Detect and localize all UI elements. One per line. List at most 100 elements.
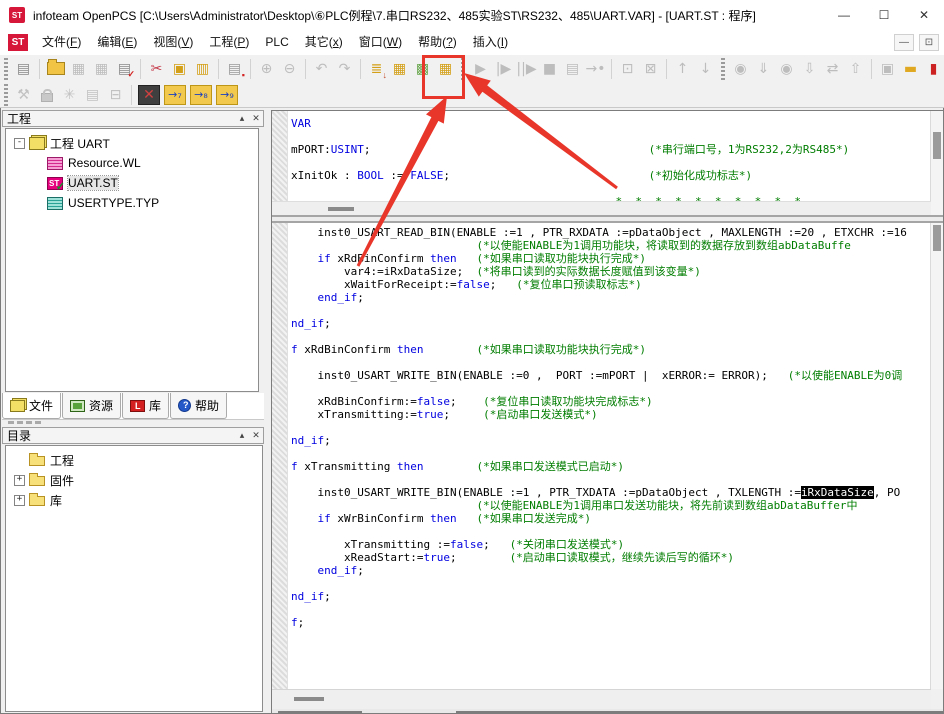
connect-device-icon: ▬ (904, 62, 917, 76)
cross-reference-button[interactable]: ✕ (138, 85, 160, 105)
run-button: ▶ (469, 58, 492, 80)
print-setup-button: ⊟ (104, 84, 127, 106)
folder-icon (29, 496, 45, 506)
connect-device-button[interactable]: ▬ (899, 58, 922, 80)
step-multi-icon: ||▶ (516, 62, 536, 76)
save-and-check-badge-icon: ✓ (127, 69, 135, 80)
window-title: infoteam OpenPCS [C:\Users\Administrator… (33, 7, 824, 24)
toolbar-separator (360, 59, 361, 79)
new-file-button[interactable]: ▤ (12, 58, 35, 80)
panel-tab-bar: 文件资源库 帮助 (2, 393, 264, 420)
menu-item[interactable]: 文件(F) (34, 30, 89, 55)
scrollbar-thumb[interactable] (933, 132, 941, 159)
collapse-icon[interactable]: ▴ (235, 429, 249, 442)
tree-item[interactable]: USERTYPE.TYP (6, 193, 258, 213)
hardware-config-icon: ▦ (393, 62, 406, 76)
goto-step-9-button[interactable]: →₉ (216, 85, 238, 105)
files-tab-icon (10, 400, 25, 412)
mdi-restore-button[interactable]: ⊡ (919, 34, 939, 51)
editor-splitter[interactable] (272, 215, 943, 223)
tree-item[interactable]: 工程 (6, 450, 262, 470)
tree-item-label: 固件 (50, 472, 74, 489)
mdi-minimize-button[interactable]: — (894, 34, 914, 51)
zoom-out-icon: ⊖ (284, 62, 296, 76)
run-to-cursor-button: →• (584, 58, 607, 80)
move-down-button: ↓ (694, 58, 717, 80)
menu-item[interactable]: 窗口(W) (351, 30, 410, 55)
scrollbar-thumb[interactable] (294, 697, 324, 701)
menu-item[interactable]: 其它(x) (297, 30, 351, 55)
declaration-hscrollbar[interactable] (272, 201, 931, 216)
open-file-button[interactable] (44, 58, 67, 80)
scrollbar-thumb[interactable] (328, 207, 354, 211)
memory-card-button[interactable]: ▮ (922, 58, 944, 80)
paste-button[interactable]: ▥ (191, 58, 214, 80)
code-hscrollbar[interactable] (272, 689, 931, 710)
download-listing-icon: ⇓ (758, 62, 770, 76)
tree-item[interactable]: UART.ST (6, 173, 258, 193)
menu-item[interactable]: 插入(I) (465, 30, 516, 55)
tree-item[interactable]: +库 (6, 490, 262, 510)
print-button[interactable]: ▤▪ (223, 58, 246, 80)
margin-strip (272, 223, 288, 689)
menu-item[interactable]: 视图(V) (145, 30, 201, 55)
maximize-button[interactable]: ☐ (864, 0, 904, 30)
tree-item[interactable]: - 工程 UART (6, 133, 258, 153)
hardware-config-button[interactable]: ▦ (388, 58, 411, 80)
close-panel-icon[interactable]: ✕ (249, 429, 263, 442)
doc-options-button: ▤ (81, 84, 104, 106)
app-icon: ST (9, 7, 25, 23)
menu-item[interactable]: 工程(P) (201, 30, 257, 55)
tab-library[interactable]: 库 (122, 393, 169, 419)
open-file-icon (47, 62, 65, 75)
menu-item[interactable]: PLC (257, 30, 296, 55)
tab-resources[interactable]: 资源 (62, 393, 121, 419)
stop-icon: ■ (543, 62, 556, 76)
toolbar-grip[interactable] (4, 58, 8, 80)
menu-item[interactable]: 编辑(E) (89, 30, 145, 55)
tree-item[interactable]: + 固件 (6, 470, 262, 490)
close-button[interactable]: ✕ (904, 0, 944, 30)
code-vscrollbar[interactable] (930, 223, 943, 689)
debug-tool-icon: ⚒ (17, 88, 30, 102)
help-tab-icon (178, 399, 191, 412)
chip-upload-icon: ⇧ (850, 62, 862, 76)
cut-button[interactable]: ✂ (145, 58, 168, 80)
copy-button[interactable]: ▣ (168, 58, 191, 80)
close-panel-icon[interactable]: ✕ (249, 112, 263, 125)
goto-step-7-button[interactable]: →₇ (164, 85, 186, 105)
step-over-button: |▶ (492, 58, 515, 80)
save-and-check-button[interactable]: ▤✓ (113, 58, 136, 80)
toolbar-grip[interactable] (4, 84, 8, 106)
toolbar-separator (250, 59, 251, 79)
tree-item[interactable]: Resource.WL (6, 153, 258, 173)
toolbar-grip[interactable] (721, 58, 725, 80)
tab-files[interactable]: 文件 (2, 393, 61, 419)
code-editor[interactable]: inst0_USART_READ_BIN(ENABLE :=1 , PTR_RX… (272, 223, 931, 689)
save-icon: ▦ (72, 62, 85, 76)
tree-item-label: 工程 UART (50, 135, 110, 152)
tab-help[interactable]: 帮助 (170, 393, 227, 419)
monitor-window-button: ⊡ (616, 58, 639, 80)
menu-item[interactable]: 帮助(?) (410, 30, 465, 55)
undo-icon: ↶ (316, 62, 328, 76)
zoom-in-icon: ⊕ (261, 62, 273, 76)
st-file-icon (47, 177, 63, 190)
cross-reference-icon: ✕ (143, 88, 155, 102)
tab-label: 帮助 (195, 397, 219, 414)
minimize-button[interactable]: — (824, 0, 864, 30)
goto-step-7-icon: →₇ (168, 89, 182, 100)
goto-step-8-button[interactable]: →₈ (190, 85, 212, 105)
declaration-vscrollbar[interactable] (930, 111, 943, 215)
margin-strip (272, 111, 288, 201)
folder-icon (29, 456, 45, 466)
expand-icon[interactable]: + (14, 495, 25, 506)
expand-icon[interactable]: + (14, 475, 25, 486)
compile-stack-button[interactable]: ≣↓ (365, 58, 388, 80)
declaration-editor[interactable]: VAR mPORT:USINT; (*串行端口号，1为RS232,2为RS485… (272, 111, 931, 201)
panel-splitter[interactable] (8, 421, 42, 424)
catalog-tree: 工程 + 固件+库 (5, 445, 263, 712)
collapse-icon[interactable]: ▴ (235, 112, 249, 125)
scrollbar-thumb[interactable] (933, 225, 941, 251)
collapse-icon[interactable]: - (14, 138, 25, 149)
